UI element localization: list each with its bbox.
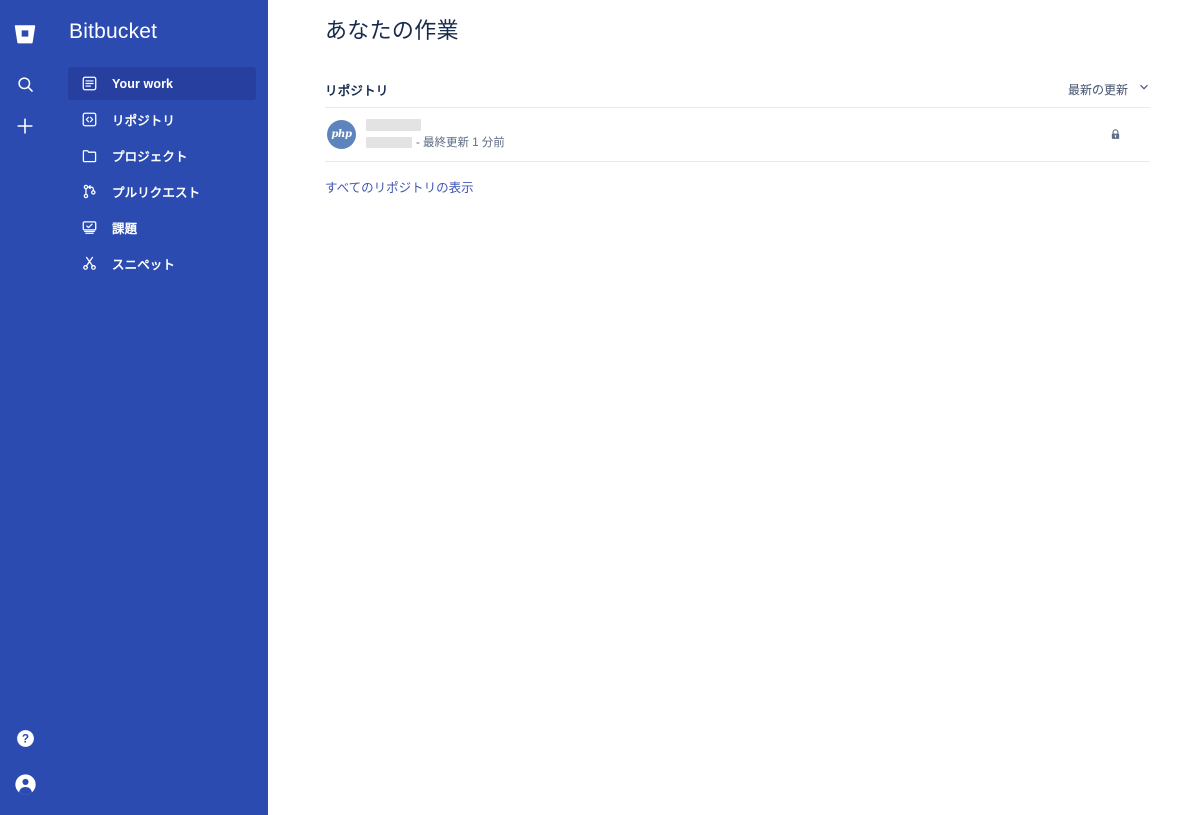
snippets-icon bbox=[78, 253, 100, 275]
main-inner: あなたの作業 リポジトリ 最新の更新 php - 最終更新 1 分前 すべてのリ… bbox=[268, 0, 1200, 197]
bitbucket-logo-icon[interactable] bbox=[10, 19, 40, 49]
view-all-repositories-link[interactable]: すべてのリポジトリの表示 bbox=[325, 177, 474, 196]
global-sidebar: ? Bitbucket Your work リポジトリ プロジェクト プルリクエ… bbox=[0, 0, 268, 815]
repo-updated-text: - 最終更新 1 分前 bbox=[416, 137, 505, 149]
issues-icon bbox=[78, 217, 100, 239]
plus-icon[interactable] bbox=[8, 109, 42, 143]
lock-icon[interactable] bbox=[1109, 128, 1122, 141]
sidebar-item-label: Your work bbox=[112, 76, 174, 91]
app-root: ? Bitbucket Your work リポジトリ プロジェクト プルリクエ… bbox=[0, 0, 1200, 815]
sidebar-item-your-work[interactable]: Your work bbox=[68, 67, 256, 100]
page-title: あなたの作業 bbox=[325, 18, 459, 43]
sort-dropdown[interactable]: 最新の更新 bbox=[1068, 80, 1150, 99]
your-work-icon bbox=[78, 73, 100, 95]
sidebar-item-pull-requests[interactable]: プルリクエスト bbox=[68, 175, 256, 208]
search-icon[interactable] bbox=[8, 67, 42, 101]
sidebar-item-label: スニペット bbox=[112, 258, 176, 272]
user-avatar-icon[interactable] bbox=[8, 767, 42, 801]
folder-icon bbox=[78, 145, 100, 167]
sidebar-item-snippets[interactable]: スニペット bbox=[68, 247, 256, 280]
sidebar-item-projects[interactable]: プロジェクト bbox=[68, 139, 256, 172]
sort-dropdown-label: 最新の更新 bbox=[1067, 82, 1128, 97]
section-divider-bottom bbox=[325, 161, 1150, 162]
avatar: php bbox=[327, 120, 356, 149]
chevron-down-icon bbox=[1138, 80, 1150, 98]
avatar-label: php bbox=[331, 129, 352, 140]
sidebar-nav: Bitbucket Your work リポジトリ プロジェクト プルリクエスト… bbox=[50, 0, 268, 283]
pull-request-icon bbox=[78, 181, 100, 203]
repositories-section-header: リポジトリ 最新の更新 bbox=[325, 80, 1150, 107]
repo-sub-line: - 最終更新 1 分前 bbox=[366, 134, 1109, 150]
repo-name-line bbox=[366, 119, 1109, 131]
brand-title: Bitbucket bbox=[69, 20, 158, 43]
help-circle-icon[interactable]: ? bbox=[8, 721, 42, 755]
repo-name-redacted bbox=[366, 119, 421, 131]
main-content: あなたの作業 リポジトリ 最新の更新 php - 最終更新 1 分前 すべてのリ… bbox=[268, 0, 1200, 815]
svg-text:?: ? bbox=[21, 731, 28, 745]
table-row[interactable]: php - 最終更新 1 分前 bbox=[325, 108, 1150, 161]
repository-icon bbox=[78, 109, 100, 131]
icon-rail: ? bbox=[0, 0, 50, 815]
sidebar-item-repositories[interactable]: リポジトリ bbox=[68, 103, 256, 136]
sidebar-nav-list: Your work リポジトリ プロジェクト プルリクエスト 課題 スニペット bbox=[50, 67, 268, 280]
rail-bottom-group: ? bbox=[0, 721, 50, 801]
sidebar-item-label: プロジェクト bbox=[112, 150, 188, 164]
repo-meta: - 最終更新 1 分前 bbox=[366, 119, 1109, 150]
section-title: リポジトリ bbox=[325, 84, 389, 98]
sidebar-item-label: リポジトリ bbox=[112, 114, 176, 128]
repo-owner-redacted bbox=[366, 136, 412, 148]
sidebar-item-label: プルリクエスト bbox=[112, 186, 201, 200]
sidebar-item-issues[interactable]: 課題 bbox=[68, 211, 256, 244]
sidebar-item-label: 課題 bbox=[112, 222, 138, 236]
